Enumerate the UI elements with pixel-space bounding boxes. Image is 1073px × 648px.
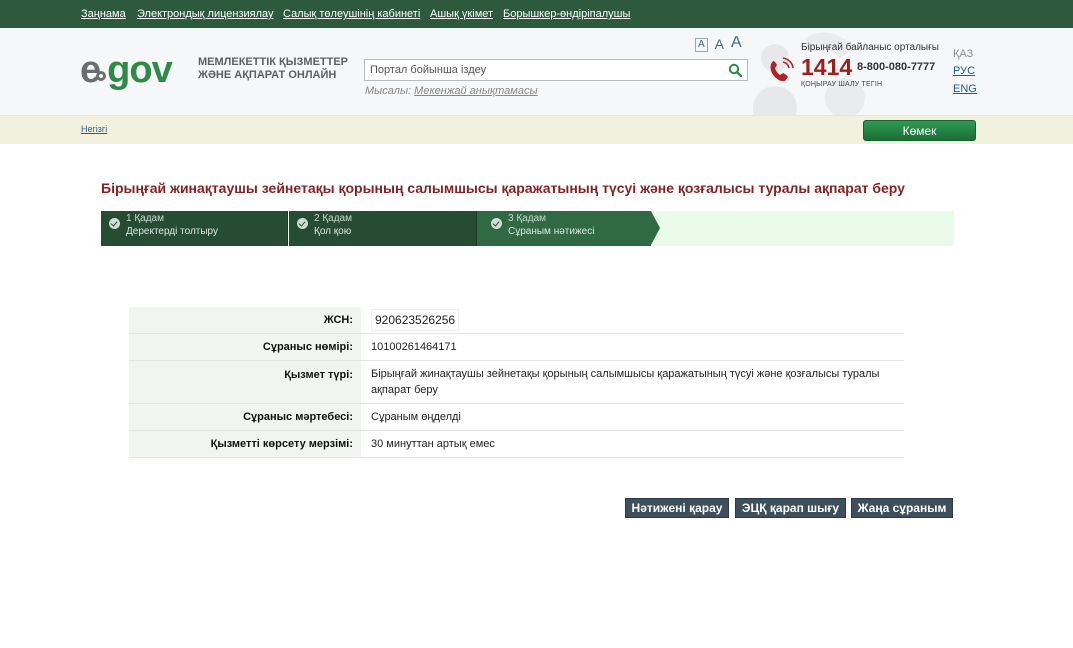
logo-gov: gov bbox=[107, 49, 173, 91]
tagline-line1: МЕМЛЕКЕТТІК ҚЫЗМЕТТЕР bbox=[198, 56, 349, 68]
lang-rus[interactable]: РУС bbox=[953, 65, 975, 77]
service-type-value: Бірыңғай жинақтаушы зейнетақы қорының са… bbox=[371, 367, 880, 396]
row-label: ЖСН: bbox=[129, 307, 361, 333]
row-label: Сұраныс нөмірі: bbox=[129, 333, 361, 360]
table-row: Сұраныс нөмірі: 10100261464171 bbox=[129, 333, 904, 360]
new-request-button[interactable]: Жаңа сұраным bbox=[851, 498, 953, 518]
step-2: 2 Қадам Қол қою bbox=[289, 211, 477, 246]
step-label: Қол қою bbox=[314, 226, 352, 237]
step-number: 3 Қадам bbox=[508, 213, 546, 224]
view-result-button[interactable]: Нәтижені қарау bbox=[625, 498, 729, 518]
help-button[interactable]: Көмек bbox=[863, 120, 976, 141]
step-number: 1 Қадам bbox=[126, 213, 164, 224]
top-navigation: Заңнама Электрондық лицензиялау Салық тө… bbox=[0, 0, 1073, 28]
table-row: Қызмет түрі: Бірыңғай жинақтаушы зейнета… bbox=[129, 360, 904, 403]
request-info-table: ЖСН: 920623526256 Сұраныс нөмірі: 101002… bbox=[129, 307, 904, 458]
font-size-medium[interactable]: A bbox=[715, 36, 724, 52]
service-term-value: 30 минуттан артық емес bbox=[371, 437, 495, 450]
step-label: Деректерді толтыру bbox=[126, 226, 219, 237]
logo-dot bbox=[96, 71, 107, 81]
tagline-line2: ЖӘНЕ АҚПАРАТ ОНЛАЙН bbox=[198, 69, 337, 81]
table-row: Сұраныс мәртебесі: Сұраным өңделді bbox=[129, 403, 904, 430]
contact-center-title: Бірыңғай байланыс орталығы bbox=[801, 42, 939, 53]
page-title: Бірыңғай жинақтаушы зейнетақы қорының са… bbox=[101, 180, 905, 196]
check-icon bbox=[491, 218, 502, 229]
request-status-value: Сұраным өңделді bbox=[371, 410, 461, 423]
free-call-note: ҚОҢЫРАУ ШАЛУ ТЕГІН bbox=[801, 81, 883, 88]
logout-eds-button[interactable]: ЭЦҚ қарап шығу bbox=[735, 498, 846, 518]
breadcrumb-bar: Негізгі Көмек bbox=[0, 116, 1073, 144]
lang-eng[interactable]: ENG bbox=[953, 83, 977, 95]
breadcrumb-home[interactable]: Негізгі bbox=[81, 124, 107, 134]
step-arrow bbox=[651, 211, 660, 245]
egov-logo[interactable]: e gov bbox=[80, 49, 173, 91]
step-number: 2 Қадам bbox=[314, 213, 352, 224]
long-phone-number: 8-800-080-7777 bbox=[857, 61, 936, 73]
search-box bbox=[364, 59, 748, 81]
nav-e-licensing[interactable]: Электрондық лицензиялау bbox=[137, 8, 274, 20]
site-header: e gov МЕМЛЕКЕТТІК ҚЫЗМЕТТЕР ЖӘНЕ АҚПАРАТ… bbox=[0, 28, 1073, 116]
phone-icon bbox=[770, 57, 794, 82]
row-label: Сұраныс мәртебесі: bbox=[129, 403, 361, 430]
nav-open-government[interactable]: Ашық үкімет bbox=[430, 8, 493, 20]
lang-kaz: ҚАЗ bbox=[953, 48, 974, 60]
check-icon bbox=[297, 218, 308, 229]
short-phone-number: 1414 bbox=[801, 54, 853, 80]
row-label: Қызмет түрі: bbox=[129, 360, 361, 403]
search-example: Мысалы: Мекенжай анықтамасы bbox=[365, 85, 538, 97]
nav-legislation[interactable]: Заңнама bbox=[81, 8, 126, 20]
site-tagline: МЕМЛЕКЕТТІК ҚЫЗМЕТТЕР ЖӘНЕ АҚПАРАТ ОНЛАЙ… bbox=[198, 56, 348, 82]
example-link[interactable]: Мекенжай анықтамасы bbox=[414, 85, 537, 97]
check-icon bbox=[109, 218, 120, 229]
row-label: Қызметті көрсету мерзімі: bbox=[129, 430, 361, 457]
nav-debtor[interactable]: Борышкер-өндіріпалушы bbox=[503, 8, 630, 20]
search-input[interactable] bbox=[365, 60, 715, 80]
nav-taxpayer-cabinet[interactable]: Салық төлеушінің кабинеті bbox=[283, 8, 420, 20]
request-number-value: 10100261464171 bbox=[371, 340, 457, 353]
step-label: Сұраным нәтижесі bbox=[508, 226, 595, 237]
progress-steps: 1 Қадам Деректерді толтыру 2 Қадам Қол қ… bbox=[101, 211, 954, 246]
table-row: Қызметті көрсету мерзімі: 30 минуттан ар… bbox=[129, 430, 904, 457]
table-row: ЖСН: 920623526256 bbox=[129, 307, 904, 333]
step-3-active: 3 Қадам Сұраным нәтижесі bbox=[477, 211, 651, 246]
iin-value: 920623526256 bbox=[371, 308, 460, 331]
logo-e: e bbox=[80, 49, 101, 91]
step-1: 1 Қадам Деректерді толтыру bbox=[101, 211, 288, 246]
font-size-small[interactable]: A bbox=[695, 38, 708, 52]
example-prefix: Мысалы: bbox=[365, 85, 412, 97]
